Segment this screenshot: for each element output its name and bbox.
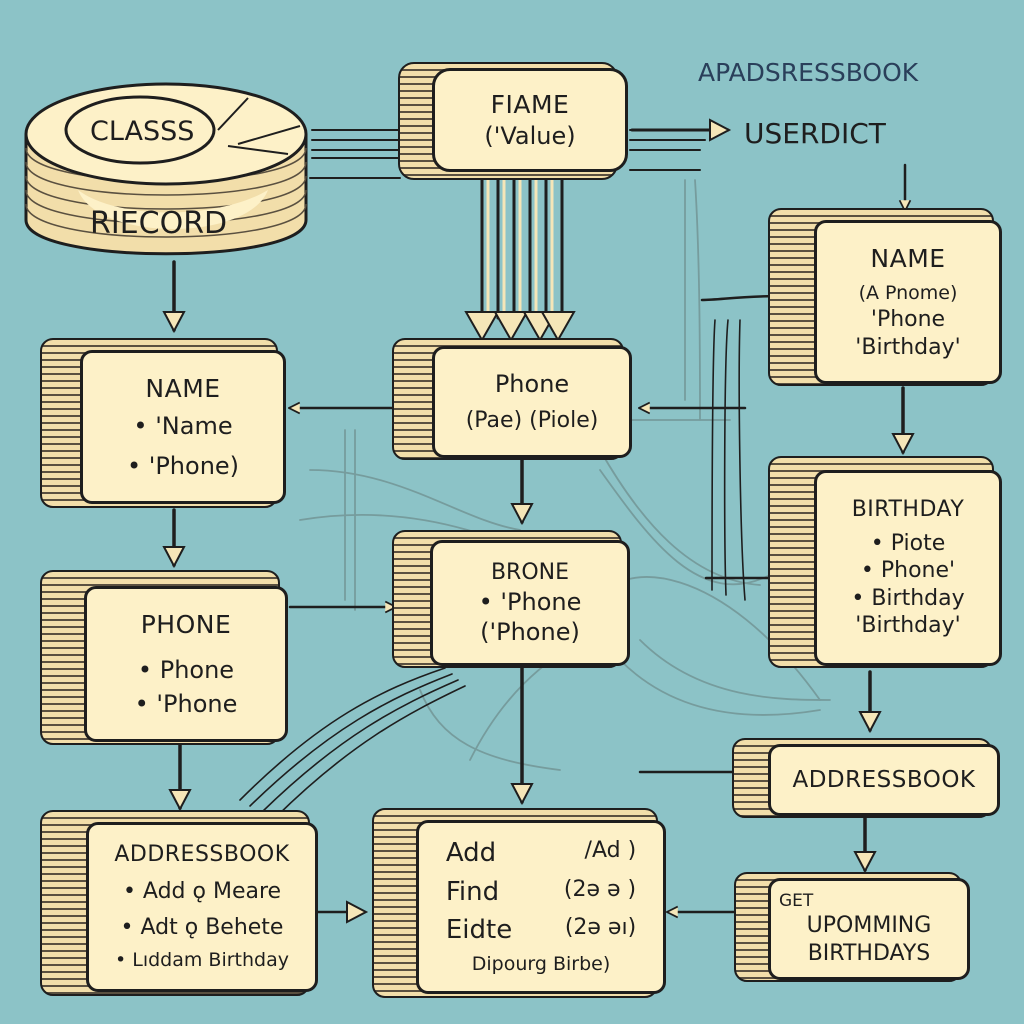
name-node-item: 'Name xyxy=(133,411,232,441)
name-right-line: 'Birthday' xyxy=(855,334,961,360)
phone-mid-title: Phone xyxy=(494,370,570,399)
addressbook-node: ADDRESSBOOK Add ǫ Meare Adt ǫ Behete Lıd… xyxy=(40,810,320,996)
birthday-item: Phone' xyxy=(861,557,955,585)
upcoming-line: UPOMMING xyxy=(806,913,932,939)
wire-bundle-record xyxy=(311,129,401,159)
diagram-heading: APADSRESSBOOK xyxy=(698,58,919,87)
brone-title: BRONE xyxy=(490,560,570,586)
phone-node-item: Phone xyxy=(138,655,234,685)
operation-arg: (2ə əı) xyxy=(564,915,637,941)
phone-mid-node: Phone (Pae) (Piole) xyxy=(392,338,634,460)
fiame-node: FIAME ('Value) xyxy=(398,62,630,180)
brone-node: BRONE 'Phone ('Phone) xyxy=(392,530,632,668)
addressbook-node-title: ADDRESSBOOK xyxy=(114,841,290,867)
upcoming-line: GET xyxy=(779,890,814,911)
bundle-arrowheads xyxy=(464,311,576,343)
phone-node-title: PHONE xyxy=(140,610,232,640)
phone-node: PHONE Phone 'Phone xyxy=(40,570,290,745)
wire-bundle-fiame xyxy=(480,173,564,320)
operation-arg: /Ad ) xyxy=(584,838,637,864)
addressbook-node-item: Adt ǫ Behete xyxy=(121,914,284,942)
name-node: NAME 'Name 'Phone) xyxy=(40,338,288,508)
upcoming-line: BIRTHDAYS xyxy=(807,940,931,966)
fiame-sub: ('Value) xyxy=(484,121,576,150)
operation-tail: Dipourg Birbe) xyxy=(471,952,611,975)
birthday-title: BIRTHDAY xyxy=(851,497,965,523)
userdict-label: USERDICT xyxy=(744,117,886,150)
record-outer-label: RIECORD xyxy=(90,206,228,241)
operation-row: Eidte (2ə əı) xyxy=(446,914,636,947)
upcoming-node: GET UPOMMING BIRTHDAYS xyxy=(734,872,972,982)
operation-row: Find (2ə ə ) xyxy=(446,876,636,909)
name-right-line: (A Pnome) xyxy=(858,282,958,305)
addressbook-node-item: Add ǫ Meare xyxy=(123,878,281,906)
birthday-node: BIRTHDAY Piote Phone' Birthday 'Birthday… xyxy=(768,456,1004,668)
name-right-line: 'Phone xyxy=(870,307,946,332)
operations-node: Add/Ad ) Find (2ə ə ) Eidte (2ə əı) Dipour… xyxy=(372,808,668,998)
phone-node-item: 'Phone xyxy=(135,689,237,719)
addressbook-node-item: Lıddam Birthday xyxy=(115,949,289,973)
addressbook-right-title: ADDRESSBOOK xyxy=(792,766,976,793)
operation-name: Find xyxy=(445,876,500,907)
name-node-title: NAME xyxy=(145,374,221,404)
record-inner-label: CLASSS xyxy=(90,116,195,147)
name-node-item: 'Phone) xyxy=(127,451,239,481)
brone-sub: ('Phone) xyxy=(480,617,580,646)
record-disc: CLASSS RIECORD xyxy=(18,70,316,270)
brone-item: 'Phone xyxy=(479,587,581,617)
name-right-node: NAME (A Pnome) 'Phone 'Birthday' xyxy=(768,208,1004,386)
phone-mid-sub: (Pae) (Piole) xyxy=(465,408,599,434)
birthday-item: Birthday xyxy=(851,585,964,613)
background-curves xyxy=(299,179,831,771)
operation-name: Add xyxy=(445,838,497,869)
operation-name: Eidte xyxy=(445,915,513,946)
birthday-item: Piote xyxy=(871,530,946,558)
name-right-title: NAME xyxy=(870,244,946,273)
operation-arg: (2ə ə ) xyxy=(563,876,637,902)
addressbook-right-node: ADDRESSBOOK xyxy=(732,738,1002,818)
fiame-title: FIAME xyxy=(490,90,570,120)
operation-row: Add/Ad ) xyxy=(446,837,636,870)
birthday-last: 'Birthday' xyxy=(855,613,961,639)
loop-lines xyxy=(711,319,746,601)
